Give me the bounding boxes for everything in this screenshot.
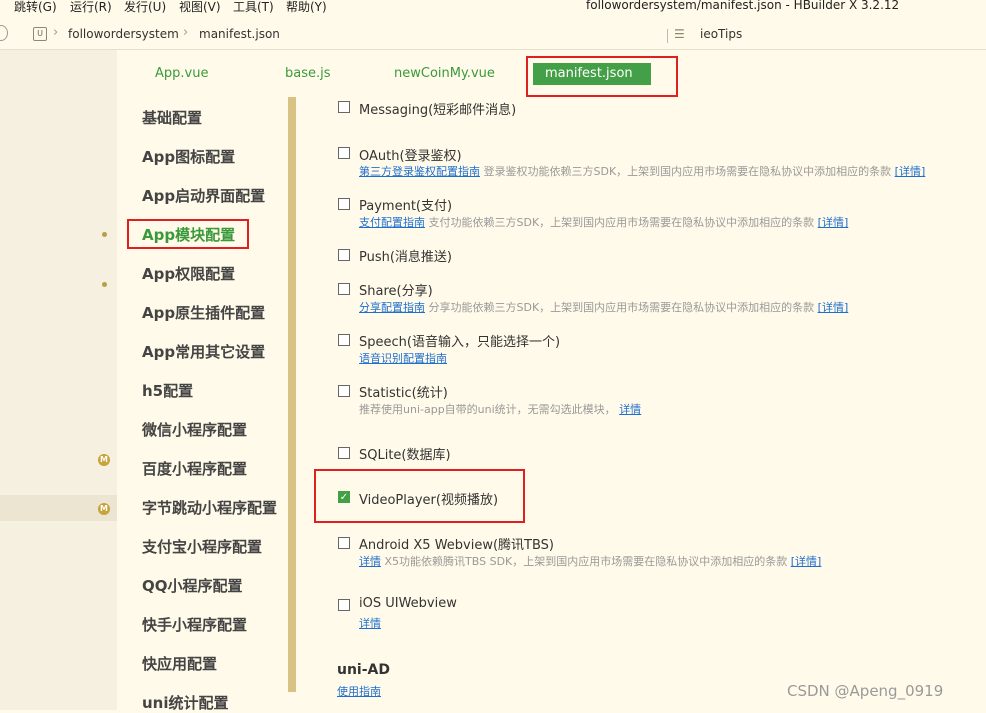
menu-tools[interactable]: 工具(T) xyxy=(233,0,274,15)
tab-newcoinmy-vue[interactable]: newCoinMy.vue xyxy=(394,66,495,81)
nav-app-splash-config[interactable]: App启动界面配置 xyxy=(142,185,265,206)
nav-kuaishou-mp-config[interactable]: 快手小程序配置 xyxy=(142,614,247,635)
highlight-box xyxy=(314,469,525,523)
tab-base-js[interactable]: base.js xyxy=(285,66,331,81)
menu-run[interactable]: 运行(R) xyxy=(70,0,112,15)
nav-app-permission-config[interactable]: App权限配置 xyxy=(142,263,235,284)
menu-publish[interactable]: 发行(U) xyxy=(124,0,166,15)
nav-qq-mp-config[interactable]: QQ小程序配置 xyxy=(142,575,243,596)
module-checkbox-statistic[interactable] xyxy=(338,385,350,397)
nav-quickapp-config[interactable]: 快应用配置 xyxy=(142,653,217,674)
detail-link[interactable]: [详情] xyxy=(791,555,822,568)
menu-view[interactable]: 视图(V) xyxy=(179,0,221,15)
config-guide-link[interactable]: 第三方登录鉴权配置指南 xyxy=(359,165,480,178)
detail-link[interactable]: [详情] xyxy=(895,165,926,178)
module-checkbox-push[interactable] xyxy=(338,249,350,261)
module-note: 登录鉴权功能依赖三方SDK，上架到国内应用市场需要在隐私协议中添加相应的条款 xyxy=(483,165,892,178)
breadcrumb: U › followordersystem › manifest.json ☰ … xyxy=(0,22,986,50)
history-icon[interactable] xyxy=(0,25,8,41)
highlight-box xyxy=(127,219,249,249)
nav-toutiao-mp-config[interactable]: 字节跳动小程序配置 xyxy=(142,497,277,518)
nav-app-icon-config[interactable]: App图标配置 xyxy=(142,146,235,167)
nav-weixin-mp-config[interactable]: 微信小程序配置 xyxy=(142,419,247,440)
detail-link[interactable]: [详情] xyxy=(818,216,849,229)
nav-app-native-plugin-config[interactable]: App原生插件配置 xyxy=(142,302,265,323)
chevron-right-icon: › xyxy=(53,25,59,40)
module-label: SQLite(数据库) xyxy=(359,448,451,463)
module-label: iOS UIWebview xyxy=(359,596,457,611)
module-label: Share(分享) xyxy=(359,284,433,299)
module-note-row: 详情 xyxy=(359,615,381,631)
module-note: 支付功能依赖三方SDK，上架到国内应用市场需要在隐私协议中添加相应的条款 xyxy=(428,216,815,229)
menu-bar: 跳转(G) 运行(R) 发行(U) 视图(V) 工具(T) 帮助(Y) foll… xyxy=(0,0,986,18)
module-note-row: 详情 X5功能依赖腾讯TBS SDK，上架到国内应用市场需要在隐私协议中添加相应… xyxy=(359,553,821,569)
module-label: Payment(支付) xyxy=(359,199,453,214)
module-checkbox-payment[interactable] xyxy=(338,198,350,210)
module-note: 分享功能依赖三方SDK，上架到国内应用市场需要在隐私协议中添加相应的条款 xyxy=(428,301,815,314)
module-label: Statistic(统计) xyxy=(359,386,448,401)
window-title: followordersystem/manifest.json - HBuild… xyxy=(586,0,900,12)
config-guide-link[interactable]: 详情 xyxy=(359,555,381,568)
module-checkbox-x5-webview[interactable] xyxy=(338,537,350,549)
scrollbar[interactable] xyxy=(288,97,296,692)
module-note-row: 推荐使用uni-app自带的uni统计，无需勾选此模块， 详情 xyxy=(359,401,641,417)
module-checkbox-ios-uiwebview[interactable] xyxy=(338,599,350,611)
nav-baidu-mp-config[interactable]: 百度小程序配置 xyxy=(142,458,247,479)
module-note-row: 分享配置指南 分享功能依赖三方SDK，上架到国内应用市场需要在隐私协议中添加相应… xyxy=(359,299,848,315)
module-note-row: 第三方登录鉴权配置指南 登录鉴权功能依赖三方SDK，上架到国内应用市场需要在隐私… xyxy=(359,163,925,179)
uni-ad-guide-link[interactable]: 使用指南 xyxy=(337,683,381,699)
modified-badge-icon: M xyxy=(98,454,110,466)
module-checkbox-share[interactable] xyxy=(338,283,350,295)
section-title-uni-ad: uni-AD xyxy=(337,662,390,678)
module-label: Push(消息推送) xyxy=(359,250,453,265)
module-checkbox-oauth[interactable] xyxy=(338,147,350,159)
chevron-right-icon: › xyxy=(183,25,189,40)
outline-icon: ☰ xyxy=(674,27,685,41)
project-icon: U xyxy=(33,27,47,41)
nav-basic-config[interactable]: 基础配置 xyxy=(142,107,202,128)
config-guide-link[interactable]: 语音识别配置指南 xyxy=(359,352,447,365)
nav-alipay-mp-config[interactable]: 支付宝小程序配置 xyxy=(142,536,262,557)
nav-h5-config[interactable]: h5配置 xyxy=(142,380,193,401)
breadcrumb-outline[interactable]: ieoTips xyxy=(700,27,742,41)
nav-app-other-settings[interactable]: App常用其它设置 xyxy=(142,341,265,362)
module-note: 推荐使用uni-app自带的uni统计，无需勾选此模块， xyxy=(359,403,616,416)
breadcrumb-file[interactable]: manifest.json xyxy=(199,27,280,41)
modified-dot-icon xyxy=(102,232,107,237)
breadcrumb-project[interactable]: followordersystem xyxy=(68,27,179,41)
module-checkbox-speech[interactable] xyxy=(338,334,350,346)
detail-link[interactable]: [详情] xyxy=(818,301,849,314)
module-note-row: 语音识别配置指南 xyxy=(359,350,447,366)
menu-help[interactable]: 帮助(Y) xyxy=(286,0,327,15)
modified-badge-icon: M xyxy=(98,503,110,515)
module-note: X5功能依赖腾讯TBS SDK，上架到国内应用市场需要在隐私协议中添加相应的条款 xyxy=(384,555,788,568)
divider xyxy=(667,29,668,43)
watermark: CSDN @Apeng_0919 xyxy=(787,682,944,700)
module-label: OAuth(登录鉴权) xyxy=(359,149,462,164)
highlight-box xyxy=(526,56,678,97)
detail-link[interactable]: 详情 xyxy=(359,617,381,630)
tab-app-vue[interactable]: App.vue xyxy=(155,66,208,81)
module-checkbox-sqlite[interactable] xyxy=(338,447,350,459)
module-label: Speech(语音输入，只能选择一个) xyxy=(359,335,561,350)
config-guide-link[interactable]: 支付配置指南 xyxy=(359,216,425,229)
module-label: Android X5 Webview(腾讯TBS) xyxy=(359,538,555,553)
explorer-strip: M M xyxy=(0,50,117,710)
module-checkbox-messaging[interactable] xyxy=(338,101,350,113)
config-guide-link[interactable]: 分享配置指南 xyxy=(359,301,425,314)
module-note-row: 支付配置指南 支付功能依赖三方SDK，上架到国内应用市场需要在隐私协议中添加相应… xyxy=(359,214,848,230)
menu-goto[interactable]: 跳转(G) xyxy=(14,0,57,15)
modified-dot-icon xyxy=(102,282,107,287)
detail-link[interactable]: 详情 xyxy=(619,403,641,416)
module-label: Messaging(短彩邮件消息) xyxy=(359,103,517,118)
